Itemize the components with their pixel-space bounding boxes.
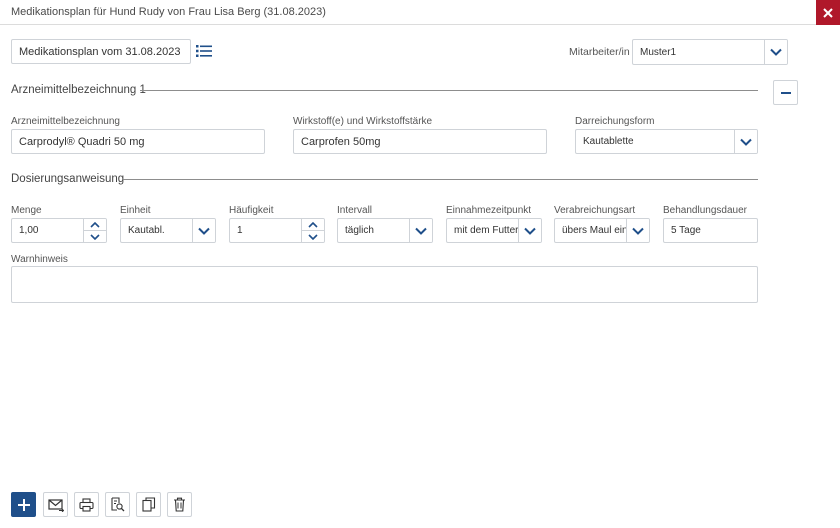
amount-label: Menge [11, 205, 42, 216]
medication-name-label: Arzneimittelbezeichnung [11, 116, 120, 127]
dosage-section-divider [123, 179, 758, 180]
chevron-down-icon [740, 138, 752, 146]
medication-section-divider [140, 90, 758, 91]
intake-time-dropdown-button[interactable] [518, 219, 541, 242]
medication-name-value: Carprodyl® Quadri 50 mg [19, 135, 145, 148]
chevron-down-icon [632, 227, 644, 235]
route-label: Verabreichungsart [554, 205, 636, 216]
intake-time-select[interactable]: mit dem Futter [446, 218, 542, 243]
email-button[interactable] [43, 492, 68, 517]
title-bar: Medikationsplan für Hund Rudy von Frau L… [0, 0, 840, 25]
interval-value: täglich [345, 225, 374, 236]
minus-icon [780, 91, 791, 94]
frequency-label: Häufigkeit [229, 205, 274, 216]
route-value: übers Maul eing [562, 225, 634, 236]
amount-increment-button[interactable] [84, 219, 106, 230]
preview-icon [111, 497, 125, 512]
route-dropdown-button[interactable] [626, 219, 649, 242]
list-icon[interactable] [196, 44, 212, 58]
frequency-increment-button[interactable] [302, 219, 324, 230]
employee-label: Mitarbeiter/in [569, 46, 630, 58]
copy-button[interactable] [136, 492, 161, 517]
amount-decrement-button[interactable] [84, 230, 106, 242]
employee-select[interactable]: Muster1 [632, 39, 788, 65]
frequency-spinner [301, 219, 324, 242]
interval-label: Intervall [337, 205, 373, 216]
chevron-down-icon [198, 227, 210, 235]
dosage-section-title: Dosierungsanweisung [11, 173, 125, 185]
chevron-down-icon [90, 233, 100, 240]
medication-name-field[interactable]: Carprodyl® Quadri 50 mg [11, 129, 265, 154]
chevron-up-icon [90, 221, 100, 228]
intake-time-label: Einnahmezeitpunkt [446, 205, 532, 216]
print-button[interactable] [74, 492, 99, 517]
amount-value: 1,00 [19, 225, 39, 236]
delete-button[interactable] [167, 492, 192, 517]
ingredient-field[interactable]: Carprofen 50mg [293, 129, 547, 154]
unit-label: Einheit [120, 205, 151, 216]
close-icon [823, 7, 833, 18]
add-button[interactable] [11, 492, 36, 517]
warning-field[interactable] [11, 266, 758, 303]
unit-dropdown-button[interactable] [192, 219, 215, 242]
close-button[interactable] [816, 0, 840, 25]
ingredient-value: Carprofen 50mg [301, 135, 381, 148]
warning-label: Warnhinweis [11, 254, 68, 265]
intake-time-value: mit dem Futter [454, 225, 519, 236]
unit-value: Kautabl. [128, 225, 165, 236]
chevron-down-icon [415, 227, 427, 235]
duration-value: 5 Tage [671, 225, 701, 236]
amount-spinner [83, 219, 106, 242]
interval-select[interactable]: täglich [337, 218, 433, 243]
remove-medication-button[interactable] [773, 80, 798, 105]
amount-stepper[interactable]: 1,00 [11, 218, 107, 243]
employee-value: Muster1 [640, 46, 677, 58]
form-value: Kautablette [583, 136, 634, 147]
plus-icon [17, 498, 30, 511]
ingredient-label: Wirkstoff(e) und Wirkstoffstärke [293, 116, 433, 127]
trash-icon [174, 497, 185, 512]
copy-icon [141, 497, 155, 512]
chevron-down-icon [770, 48, 782, 56]
print-icon [79, 497, 94, 512]
chevron-up-icon [308, 221, 318, 228]
window-title: Medikationsplan für Hund Rudy von Frau L… [11, 6, 326, 18]
frequency-decrement-button[interactable] [302, 230, 324, 242]
duration-field[interactable]: 5 Tage [663, 218, 758, 243]
form-dropdown-button[interactable] [734, 130, 757, 153]
email-icon [47, 498, 64, 512]
plan-name-field[interactable]: Medikationsplan vom 31.08.2023 [11, 39, 191, 64]
frequency-stepper[interactable]: 1 [229, 218, 325, 243]
employee-dropdown-button[interactable] [764, 40, 787, 64]
form-select[interactable]: Kautablette [575, 129, 758, 154]
chevron-down-icon [308, 233, 318, 240]
chevron-down-icon [524, 227, 536, 235]
route-select[interactable]: übers Maul eing [554, 218, 650, 243]
duration-label: Behandlungsdauer [663, 205, 747, 216]
form-label: Darreichungsform [575, 116, 655, 127]
frequency-value: 1 [237, 225, 243, 236]
medication-section-title: Arzneimittelbezeichnung 1 [11, 84, 146, 96]
interval-dropdown-button[interactable] [409, 219, 432, 242]
preview-button[interactable] [105, 492, 130, 517]
unit-select[interactable]: Kautabl. [120, 218, 216, 243]
plan-name-value: Medikationsplan vom 31.08.2023 [19, 45, 181, 58]
